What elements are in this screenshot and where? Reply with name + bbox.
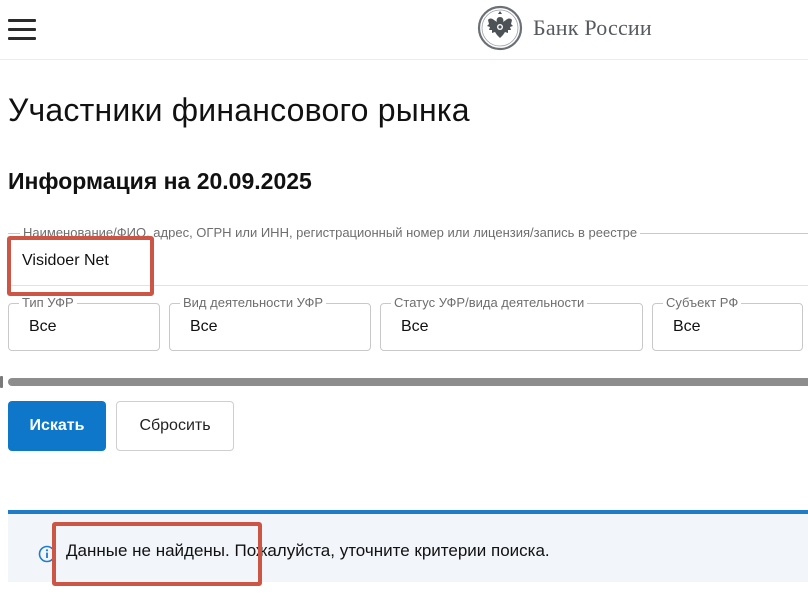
filter-ufr-type-value: Все [29, 318, 57, 335]
hamburger-menu-icon[interactable] [8, 19, 36, 40]
horizontal-scrollbar[interactable] [0, 376, 808, 388]
search-field-underline [8, 285, 808, 286]
search-field-label: Наименование/ФИО, адрес, ОГРН или ИНН, р… [20, 225, 641, 240]
scrollbar-thumb[interactable] [8, 378, 808, 386]
scrollbar-left-cap [0, 376, 3, 388]
info-icon [38, 545, 56, 563]
reset-button[interactable]: Сбросить [116, 401, 234, 451]
search-input[interactable] [22, 250, 522, 272]
filter-activity-type-label: Вид деятельности УФР [180, 295, 327, 310]
page: Банк России Участники финансового рынка … [0, 0, 808, 603]
filter-region-label: Субъект РФ [663, 295, 742, 310]
no-results-text: Данные не найдены. Пожалуйста, уточните … [66, 541, 550, 560]
info-date-heading: Информация на 20.09.2025 [8, 168, 312, 194]
brand-name: Банк России [533, 15, 652, 40]
filter-region-select[interactable]: Субъект РФ Все [652, 295, 803, 351]
filter-status-select[interactable]: Статус УФР/вида деятельности Все [380, 295, 643, 351]
page-title: Участники финансового рынка [8, 92, 470, 128]
filter-status-label: Статус УФР/вида деятельности [391, 295, 588, 310]
filter-activity-type-select[interactable]: Вид деятельности УФР Все [169, 295, 371, 351]
brand-logo-link[interactable]: Банк России [477, 5, 652, 51]
site-header: Банк России [0, 0, 808, 60]
filter-region-value: Все [673, 318, 701, 335]
filter-activity-type-value: Все [190, 318, 218, 335]
filter-ufr-type-select[interactable]: Тип УФР Все [8, 295, 160, 351]
filter-ufr-type-label: Тип УФР [19, 295, 77, 310]
double-headed-eagle-emblem-icon [477, 5, 523, 51]
search-button[interactable]: Искать [8, 401, 106, 451]
filter-status-value: Все [401, 318, 429, 335]
search-field: Наименование/ФИО, адрес, ОГРН или ИНН, р… [8, 225, 808, 285]
